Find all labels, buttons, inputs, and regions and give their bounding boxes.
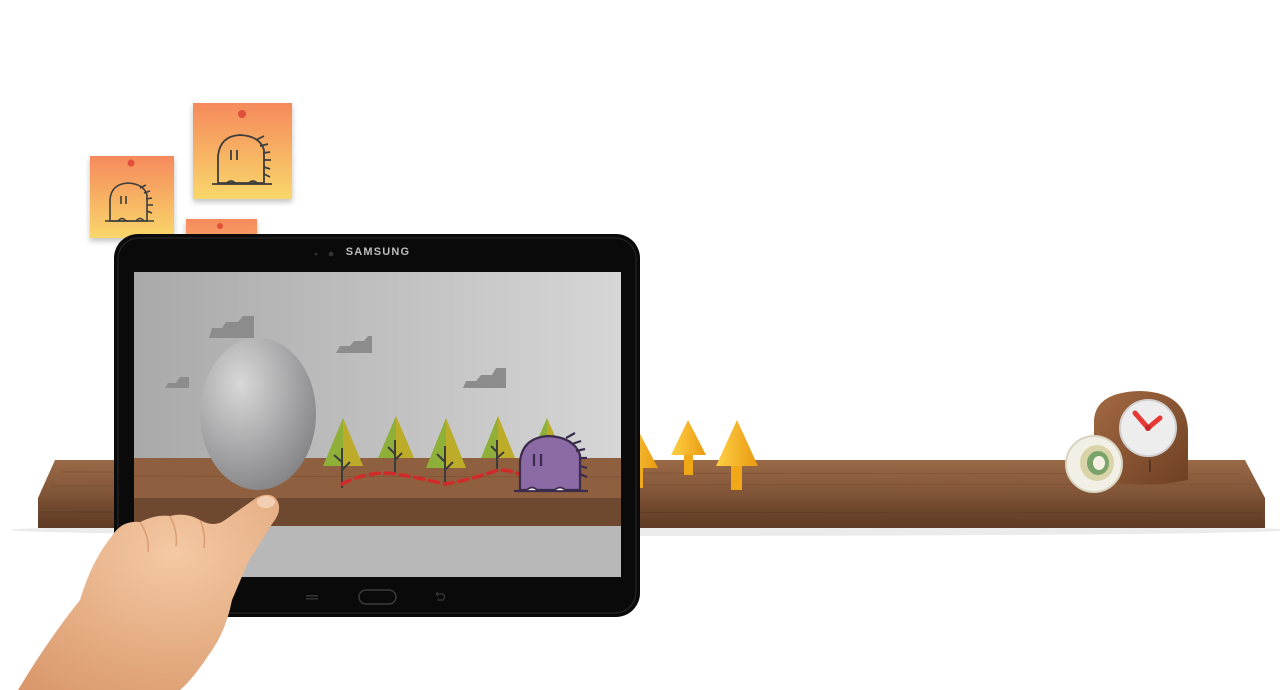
- device-brand-logo: SAMSUNG: [345, 246, 411, 258]
- scene: SAMSUNG: [0, 0, 1280, 690]
- home-button[interactable]: [358, 589, 397, 605]
- tape-roll-icon: [1065, 435, 1123, 493]
- sticky-note-large: [193, 103, 292, 199]
- scene-canvas: [10, 103, 1280, 690]
- egg-object: [200, 338, 316, 490]
- sticky-note-small: [90, 156, 174, 238]
